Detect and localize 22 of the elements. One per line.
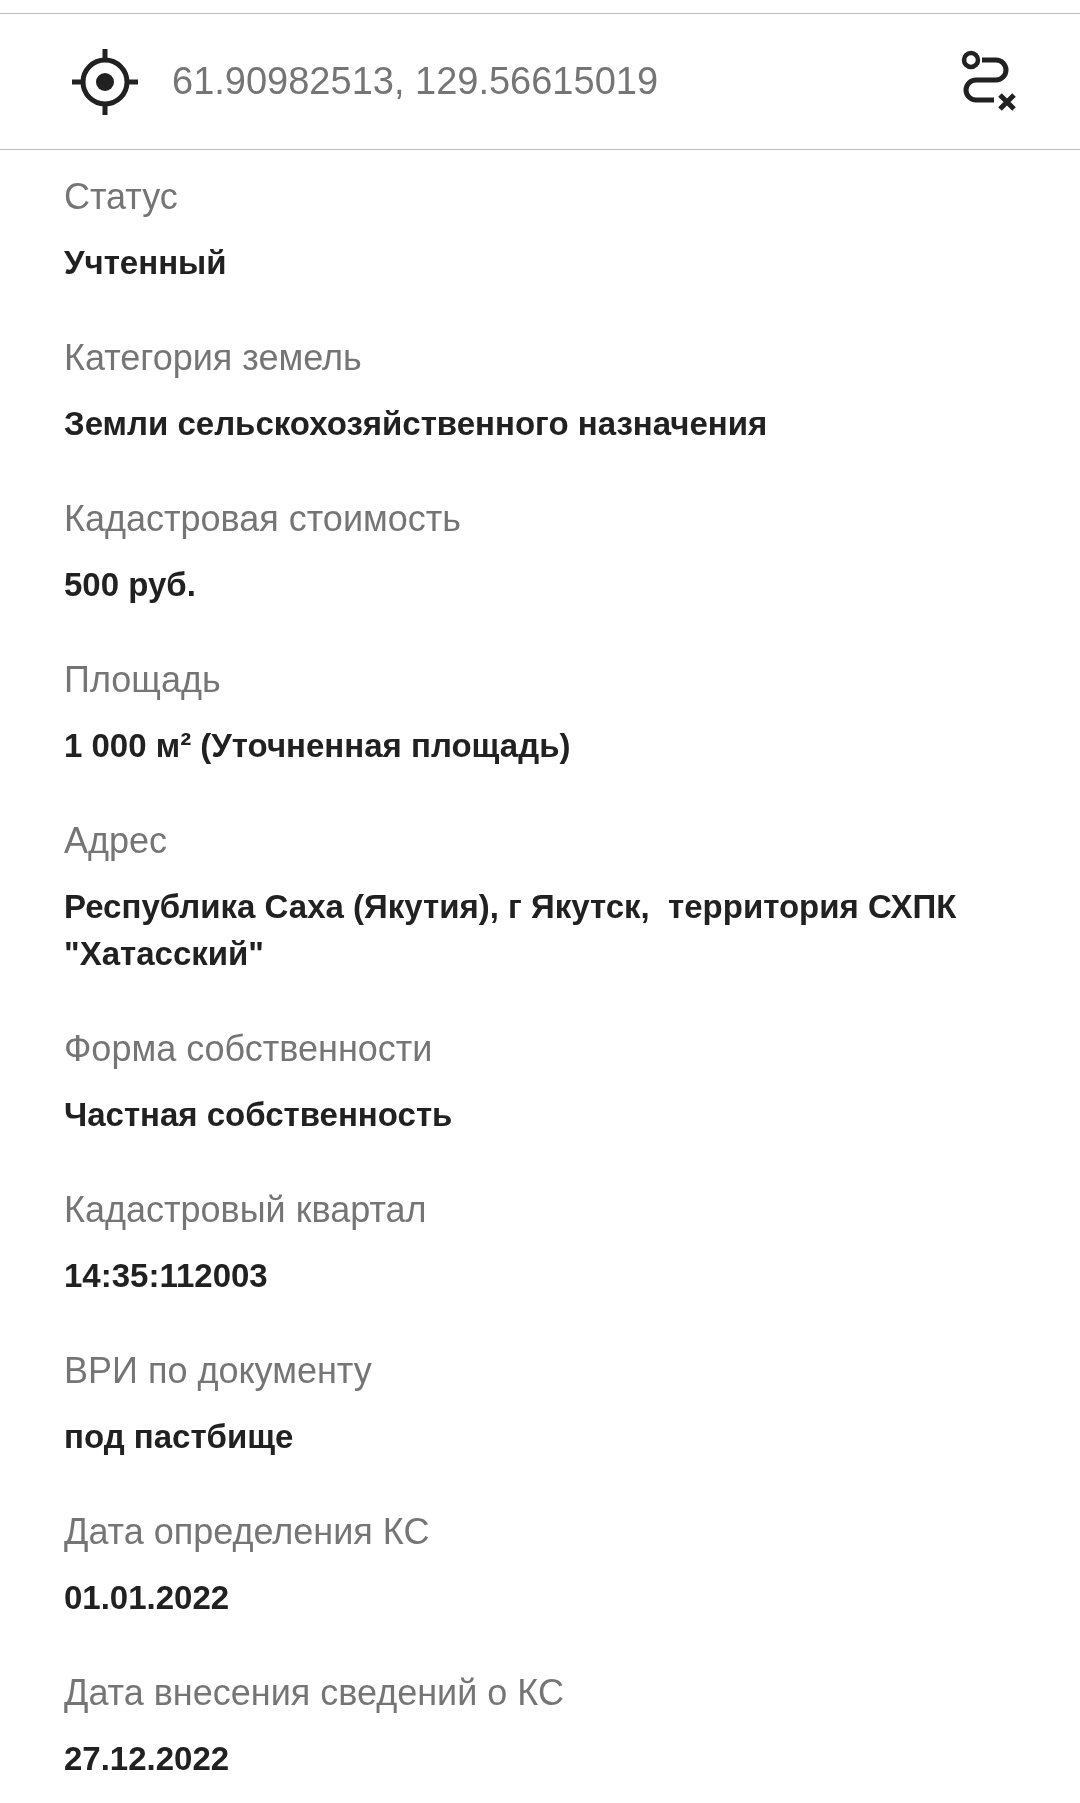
coordinates-text: 61.90982513, 129.56615019 (172, 59, 659, 104)
field-label: Адрес (64, 819, 169, 863)
field-value: Республика Саха (Якутия), г Якутск, территория СХПК "Хатасский" (64, 887, 958, 974)
field-value: 1 000 м² (Уточненная площадь) (64, 726, 572, 766)
field-value: Земли сельскохозяйственного назначения (64, 404, 769, 444)
field-label: Кадастровый квартал (64, 1188, 428, 1232)
field-value: под пастбище (64, 1417, 295, 1457)
field-label: Категория земель (64, 336, 363, 380)
field-label: ВРИ по документу (64, 1349, 373, 1393)
field-value: 27.12.2022 (64, 1739, 231, 1779)
field-label: Дата определения КС (64, 1510, 431, 1554)
field-value: Учтенный (64, 243, 228, 283)
field-label: Статус (64, 175, 179, 219)
field-label: Форма собственности (64, 1027, 434, 1071)
field-value: 14:35:112003 (64, 1256, 269, 1296)
field-label: Кадастровая стоимость (64, 497, 463, 541)
field-label: Площадь (64, 658, 222, 702)
crosshair-icon[interactable] (70, 46, 140, 117)
field-value: 01.01.2022 (64, 1578, 231, 1618)
field-value: Частная собственность (64, 1095, 454, 1135)
field-value: 500 руб. (64, 565, 197, 605)
field-label: Дата внесения сведений о КС (64, 1671, 565, 1715)
